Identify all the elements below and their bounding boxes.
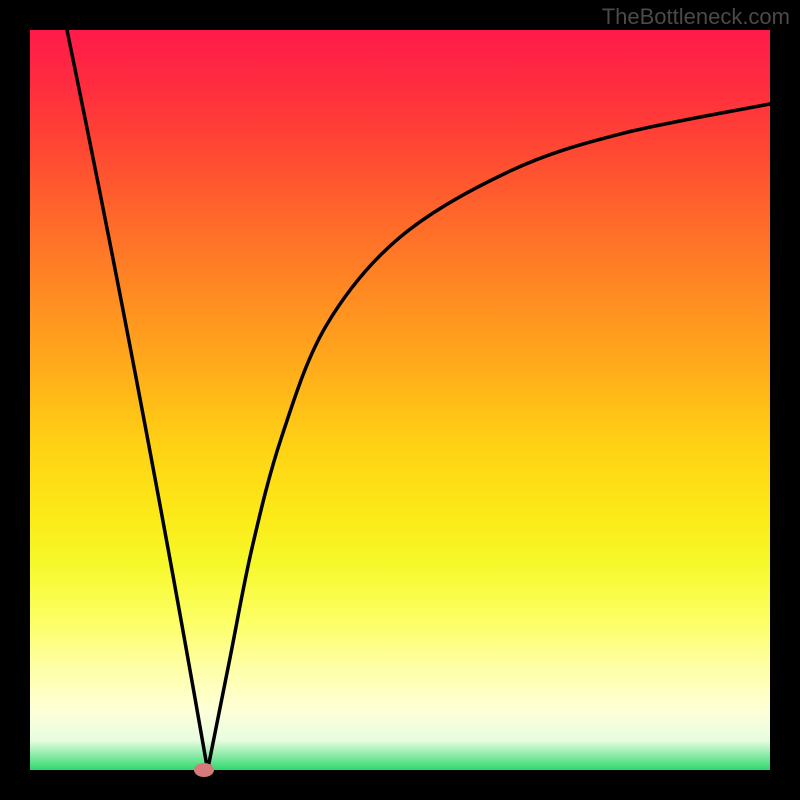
optimum-marker <box>194 763 214 777</box>
watermark-text: TheBottleneck.com <box>602 4 790 30</box>
plot-area <box>30 30 770 770</box>
chart-frame: TheBottleneck.com <box>0 0 800 800</box>
bottleneck-curve <box>30 30 770 770</box>
